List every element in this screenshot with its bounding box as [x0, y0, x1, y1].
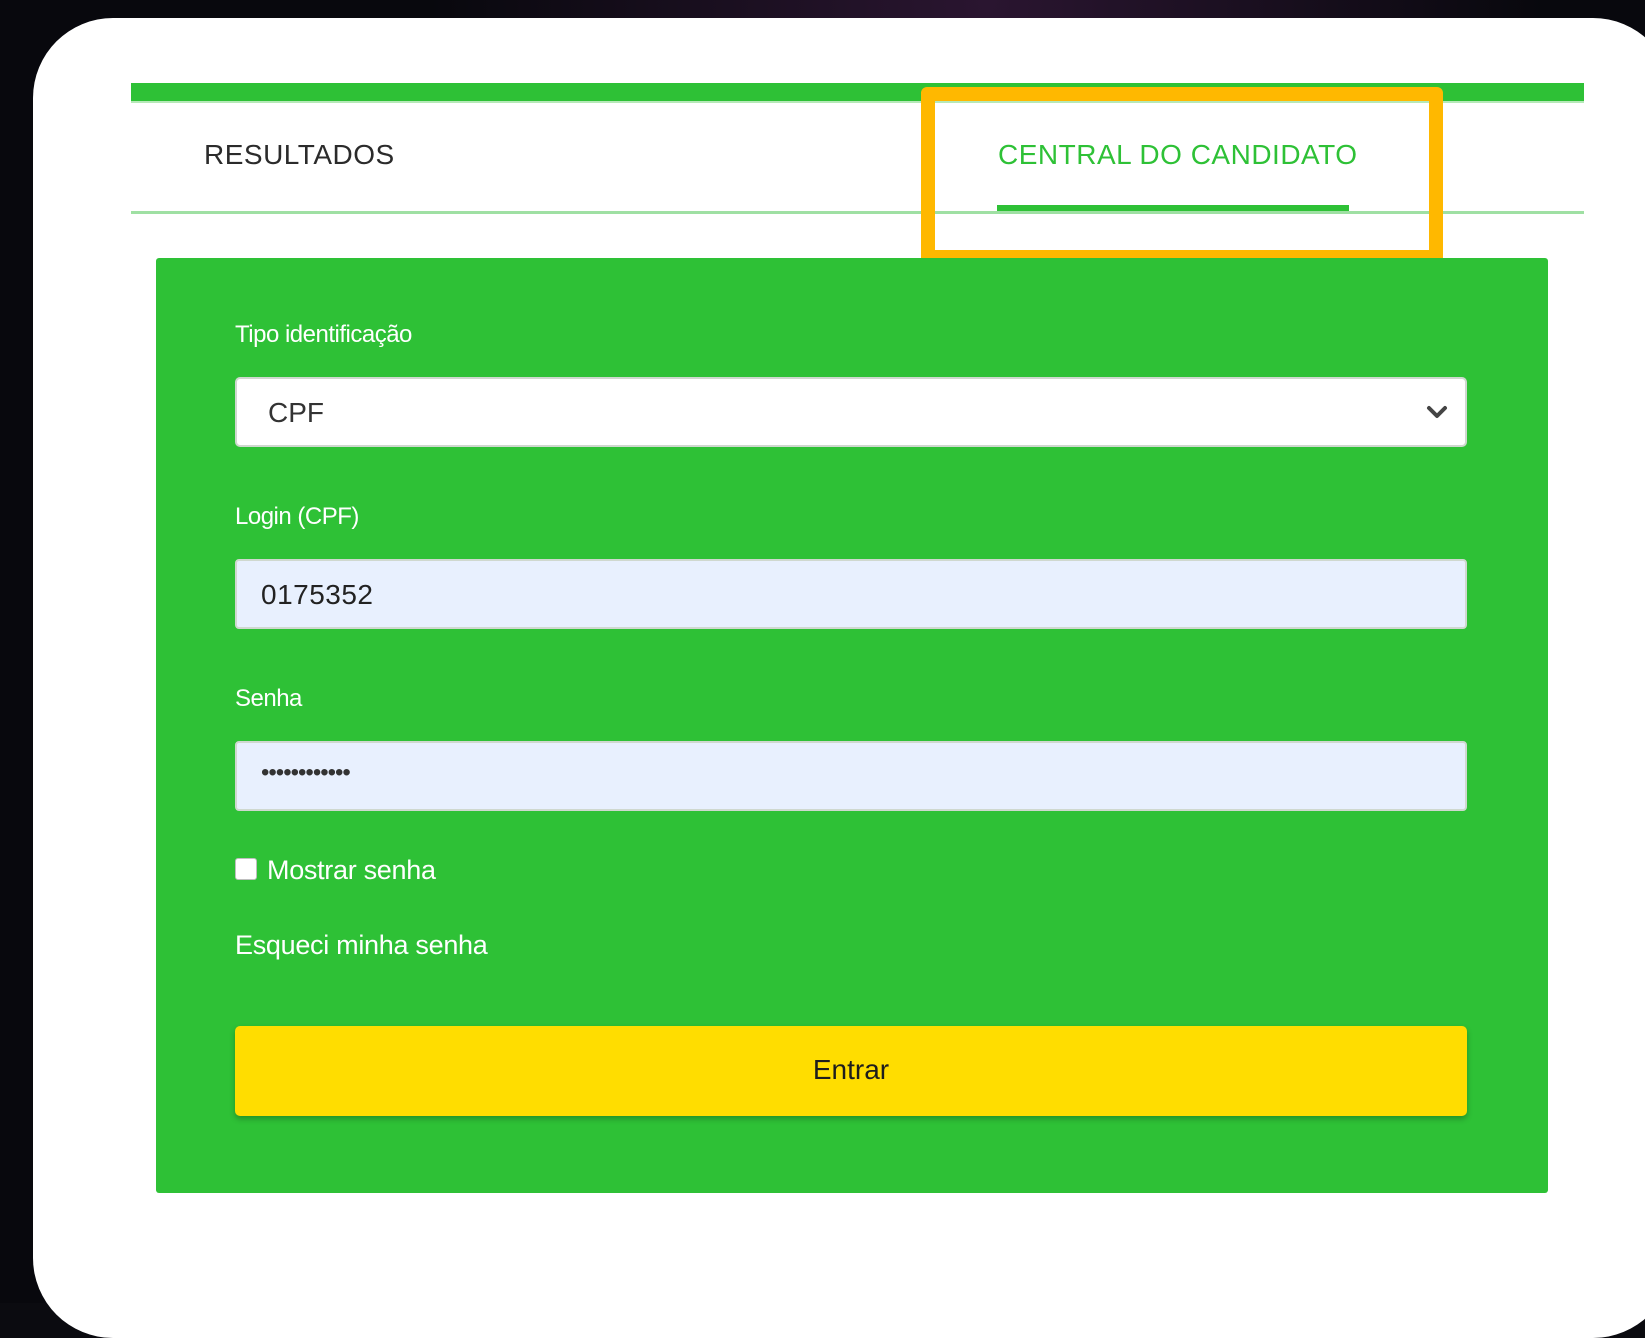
id-type-select[interactable]: CPF: [235, 377, 1467, 447]
password-input[interactable]: ••••••••••••: [235, 741, 1467, 811]
tab-highlight-annotation: [921, 87, 1443, 264]
login-input[interactable]: 0175352: [235, 559, 1467, 629]
password-label: Senha: [235, 685, 302, 712]
show-password-label[interactable]: Mostrar senha: [267, 855, 436, 886]
id-type-selected-value: CPF: [268, 397, 324, 428]
login-submit-button[interactable]: Entrar: [235, 1026, 1467, 1116]
chevron-down-icon: [1427, 406, 1447, 418]
tab-resultados[interactable]: RESULTADOS: [204, 139, 395, 171]
login-input-value: 0175352: [261, 579, 374, 610]
password-input-value: ••••••••••••: [261, 759, 351, 786]
forgot-password-link[interactable]: Esqueci minha senha: [235, 930, 488, 961]
id-type-label: Tipo identificação: [235, 321, 412, 348]
show-password-checkbox[interactable]: [235, 858, 257, 880]
login-label: Login (CPF): [235, 503, 359, 530]
login-submit-label: Entrar: [812, 1054, 890, 1085]
login-panel: Tipo identificação CPF Login (CPF) 01753…: [156, 258, 1548, 1193]
